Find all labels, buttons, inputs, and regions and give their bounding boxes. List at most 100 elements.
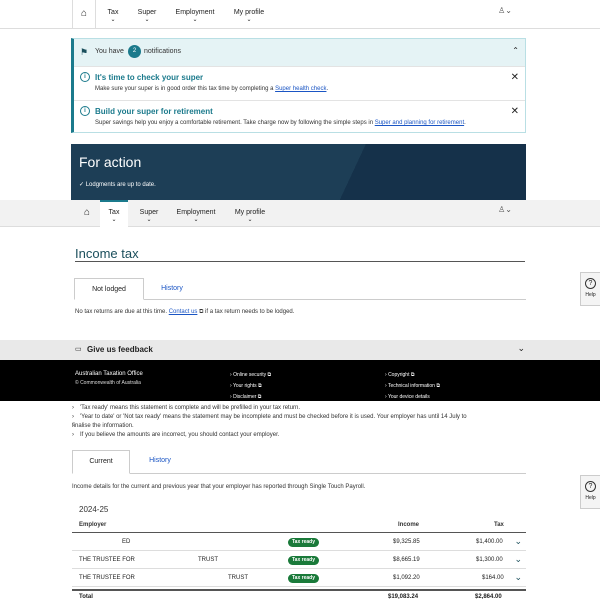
top-nav: ⌂ Tax ⌄ Super ⌄ Employment ⌄ My profile ⌄ ♙⌄ [0,0,600,29]
income-intro: Income details for the current and previ… [72,484,366,490]
footer-link-device-details[interactable]: › Your device details [385,394,430,400]
total-tax: $2,864.00 [475,594,502,600]
nav-employment[interactable]: Employment ⌄ [174,0,216,29]
chevron-down-icon: ⌄ [144,17,150,23]
feedback-label: Give us feedback [87,345,153,354]
notification-item: i It's time to check your super Make sur… [74,66,525,100]
super-planning-link[interactable]: Super and planning for retirement [375,120,464,126]
nav-my-profile[interactable]: My profile ⌄ [232,0,266,29]
footer-link-technical-information[interactable]: › Technical information ⧉ [385,383,440,389]
tab-label: History [149,457,171,464]
column-header-tax: Tax [494,522,504,528]
super-health-check-link[interactable]: Super health check [275,86,326,92]
tab-label: Current [89,458,113,465]
title-divider [75,261,525,262]
tab-not-lodged[interactable]: Not lodged [74,278,144,300]
nav-employment-label: Employment [176,209,216,216]
question-icon: ? [585,278,596,289]
chevron-up-icon[interactable]: ⌃ [512,46,519,55]
nav-tax[interactable]: Tax ⌄ [100,200,128,227]
tab-label: History [161,285,183,292]
chevron-down-icon: ⌄ [146,217,152,223]
note-text-end: if a tax return needs to be lodged. [203,309,295,315]
table-row[interactable]: THE TRUSTEE FOR TRUST Tax ready $1,092.2… [72,569,526,587]
chevron-down-icon: ⌄ [246,17,252,23]
footer-link-disclaimer[interactable]: › Disclaimer ⧉ [230,394,261,400]
tab-history[interactable]: History [142,450,178,474]
chevron-down-icon: ⌄ [517,343,525,353]
employer-name-suffix: TRUST [198,557,218,563]
chevron-down-icon[interactable]: ⌄ [514,536,522,547]
notification-body-text: Super savings help you enjoy a comfortab… [95,120,375,126]
feedback-bar[interactable]: ▭ Give us feedback ⌄ [0,340,600,360]
tax-value: $1,400.00 [476,539,503,545]
income-tabs: Current History [72,450,526,474]
footer-link-copyright[interactable]: › Copyright ⧉ [385,372,414,378]
notification-body-end: . [326,86,329,92]
nav-my-profile-label: My profile [234,209,266,216]
user-menu-icon[interactable]: ♙⌄ [498,205,512,214]
info-icon: i [80,106,90,116]
nav-tax-label: Tax [107,9,119,16]
nav-employment[interactable]: Employment ⌄ [175,200,217,227]
feedback-icon: ▭ [75,346,82,353]
employer-name: THE TRUSTEE FOR [79,557,135,563]
notifications-prefix: You have [95,48,124,55]
notifications-suffix: notifications [144,48,181,55]
tax-value: $1,300.00 [476,557,503,563]
income-value: $1,092.20 [393,575,420,581]
nav-employment-label: Employment [175,9,215,16]
column-header-employer: Employer [79,522,107,528]
note-item: 'Tax ready' means this statement is comp… [72,404,467,413]
note-item: If you believe the amounts are incorrect… [72,431,467,440]
income-value: $8,665.19 [393,557,420,563]
table-row[interactable]: ED Tax ready $9,325.85 $1,400.00 ⌄ [72,533,526,551]
nav-my-profile-label: My profile [233,9,265,16]
user-menu-icon[interactable]: ♙⌄ [498,6,512,15]
table-total-row: Total $19,083.24 $2,864.00 [72,589,526,600]
income-tax-tabs: Not lodged History [74,278,526,300]
footer-link-label: Your rights [232,383,257,389]
footer-link-label: Online security [233,372,267,378]
close-icon[interactable]: ✕ [511,72,519,83]
close-icon[interactable]: ✕ [511,106,519,117]
note-text: No tax returns are due at this time. [75,309,169,315]
home-icon[interactable]: ⌂ [75,200,99,227]
help-button[interactable]: ? Help [580,272,600,306]
table-row[interactable]: THE TRUSTEE FOR TRUST Tax ready $8,665.1… [72,551,526,569]
nav-tax-label: Tax [108,209,120,216]
chevron-down-icon[interactable]: ⌄ [514,554,522,565]
nav-tax[interactable]: Tax ⌄ [105,0,121,29]
home-icon[interactable]: ⌂ [72,0,96,29]
nav-super[interactable]: Super ⌄ [135,0,159,29]
financial-year: 2024-25 [79,505,109,514]
notifications-header[interactable]: ⚑ You have 2 notifications ⌃ [74,39,525,66]
chevron-down-icon: ⌄ [193,217,199,223]
question-icon: ? [585,481,596,492]
chevron-down-icon[interactable]: ⌄ [514,572,522,583]
tab-history[interactable]: History [152,278,192,300]
status-badge: Tax ready [288,556,319,565]
nav-super-label: Super [139,209,159,216]
secondary-nav: ⌂ Tax ⌄ Super ⌄ Employment ⌄ My profile ⌄ ♙⌄ [0,200,600,227]
total-label: Total [79,594,93,600]
help-button[interactable]: ? Help [580,475,600,509]
nav-my-profile[interactable]: My profile ⌄ [233,200,267,227]
footer-link-your-rights[interactable]: › Your rights ⧉ [230,383,262,389]
contact-us-link[interactable]: Contact us [169,309,198,315]
footer-link-label: Your device details [387,394,430,400]
tab-current[interactable]: Current [72,450,130,474]
employer-name: ED [122,539,131,545]
notification-body: Make sure your super is in good order th… [95,86,328,92]
nav-super[interactable]: Super ⌄ [137,200,161,227]
notification-body-end: . [464,120,466,126]
footer: Australian Taxation Office © Commonwealt… [0,360,600,401]
help-label: Help [585,495,596,501]
chevron-down-icon: ⌄ [247,217,253,223]
notifications-panel: ⚑ You have 2 notifications ⌃ i It's time… [71,38,526,133]
notifications-count-badge: 2 [128,45,141,58]
footer-link-online-security[interactable]: › Online security ⧉ [230,372,271,378]
page-title: Income tax [75,246,139,261]
employer-name: THE TRUSTEE FOR [79,575,135,581]
column-header-income: Income [398,522,420,528]
